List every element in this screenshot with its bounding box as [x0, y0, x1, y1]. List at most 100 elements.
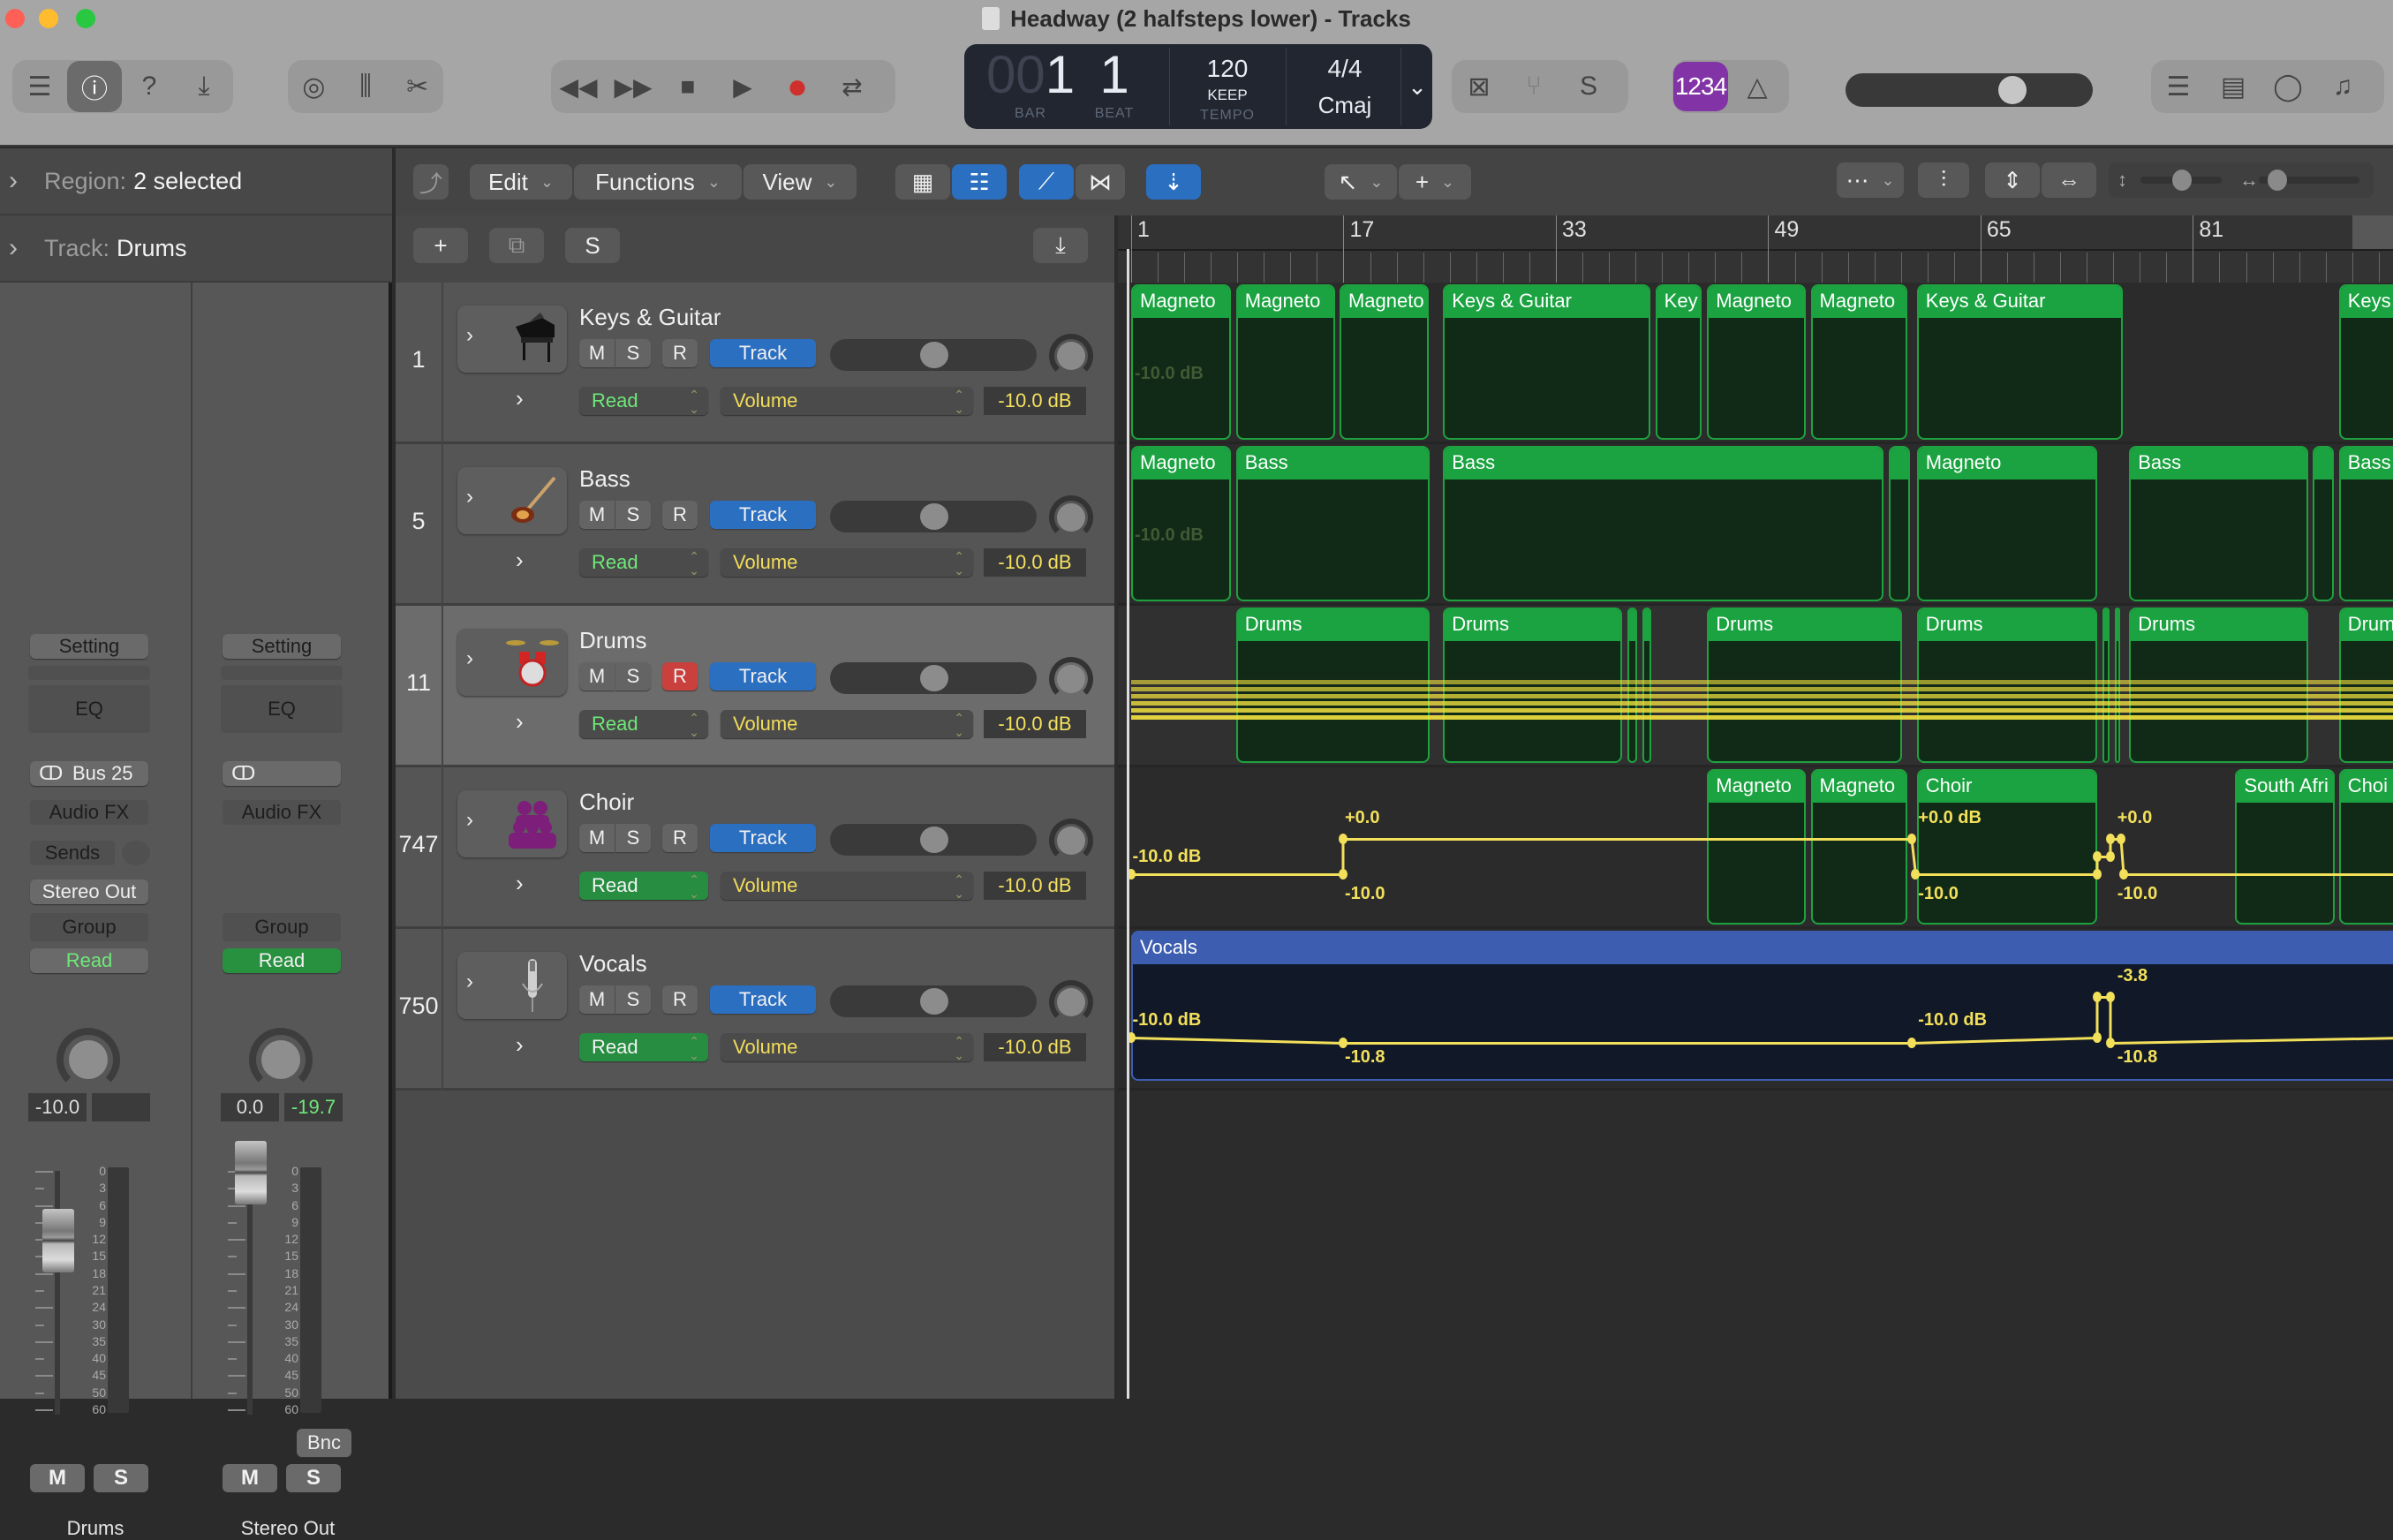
- track-icon-button[interactable]: ›: [457, 467, 567, 534]
- mute-button[interactable]: M: [579, 985, 615, 1014]
- bounce-button[interactable]: Bnc: [297, 1429, 351, 1457]
- track-automation-button[interactable]: Track: [710, 501, 816, 529]
- region[interactable]: [1642, 608, 1652, 763]
- record-icon[interactable]: ●: [770, 61, 825, 112]
- mute-button[interactable]: M: [579, 824, 615, 852]
- browsers-icon[interactable]: ♫: [2315, 61, 2370, 112]
- setting-button[interactable]: Setting: [223, 634, 341, 659]
- project-end-marker[interactable]: [2351, 215, 2393, 249]
- chevron-right-icon[interactable]: ›: [466, 808, 473, 833]
- region[interactable]: Drums: [2338, 608, 2393, 763]
- automation-node[interactable]: [1906, 1038, 1916, 1048]
- track-name[interactable]: Keys & Guitar: [579, 304, 721, 331]
- solo-button[interactable]: S: [615, 824, 651, 852]
- region[interactable]: South Afri: [2235, 769, 2336, 925]
- rewind-icon[interactable]: ◀◀: [551, 61, 606, 112]
- track-icon-button[interactable]: ›: [457, 952, 567, 1019]
- region[interactable]: Magneto: [1707, 769, 1806, 925]
- chevron-right-icon[interactable]: ›: [466, 485, 473, 510]
- pan-knob[interactable]: [1049, 819, 1093, 863]
- region[interactable]: Drums: [1443, 608, 1623, 763]
- solo-button[interactable]: S: [615, 662, 651, 691]
- mute-button[interactable]: M: [579, 339, 615, 367]
- send-knob[interactable]: [122, 841, 150, 865]
- region[interactable]: Keys: [2338, 284, 2393, 440]
- solo-icon[interactable]: S: [1561, 61, 1616, 112]
- loop-browser-icon[interactable]: ◯: [2261, 61, 2315, 112]
- automation-value[interactable]: -10.0 dB: [984, 1033, 1086, 1061]
- chevron-right-icon[interactable]: ›: [466, 323, 473, 348]
- pan-knob[interactable]: [249, 1028, 313, 1091]
- track-icon-button[interactable]: ›: [457, 306, 567, 373]
- region[interactable]: Bass: [2129, 446, 2309, 601]
- automation-parameter-select[interactable]: Volume ⌃ ⌄: [721, 387, 973, 416]
- catch-playhead-button[interactable]: ⤓: [1033, 228, 1088, 263]
- volume-slider-knob[interactable]: [920, 665, 948, 691]
- volume-slider[interactable]: [830, 339, 1037, 371]
- cycle-icon[interactable]: ⇄: [825, 61, 879, 112]
- track-automation-button[interactable]: Track: [710, 662, 816, 691]
- region[interactable]: Drums: [1707, 608, 1903, 763]
- track-automation-button[interactable]: Track: [710, 985, 816, 1014]
- snap-alignment-icon[interactable]: ⇣: [1146, 164, 1201, 200]
- sends-button[interactable]: Sends: [30, 841, 115, 865]
- solo-button[interactable]: S: [615, 339, 651, 367]
- group-button[interactable]: Group: [223, 913, 341, 941]
- automation-parameter-select[interactable]: Volume ⌃ ⌄: [721, 1033, 973, 1062]
- volume-value[interactable]: -10.0: [28, 1093, 87, 1121]
- region[interactable]: [1627, 608, 1637, 763]
- smart-controls-icon[interactable]: ◎: [288, 61, 340, 112]
- flex-icon[interactable]: ⋈: [1076, 164, 1125, 200]
- track-header[interactable]: 750 › Vocals M S R Track › Read ⌃ ⌄ Volume ⌃ ⌄ -10.0…: [396, 929, 1114, 1091]
- vertical-zoom-slider[interactable]: [2140, 170, 2222, 191]
- edit-menu[interactable]: Edit ⌄: [470, 164, 572, 200]
- master-volume-knob[interactable]: [1997, 76, 2027, 104]
- pan-knob[interactable]: [1049, 495, 1093, 540]
- chevron-right-icon[interactable]: ›: [466, 970, 473, 994]
- quick-help-icon[interactable]: ?: [122, 61, 177, 112]
- automation-mode-select[interactable]: Read ⌃ ⌄: [579, 387, 708, 416]
- region[interactable]: Magneto: [1131, 446, 1231, 601]
- track-icon-button[interactable]: ›: [457, 629, 567, 696]
- track-header[interactable]: 747 › Choir M S R Track › Read ⌃ ⌄ Volume ⌃ ⌄ -10.0 …: [396, 767, 1114, 929]
- region[interactable]: Key: [1655, 284, 1702, 440]
- volume-slider[interactable]: [830, 824, 1037, 856]
- global-solo-button[interactable]: S: [565, 228, 620, 263]
- region[interactable]: Keys & Guitar: [1443, 284, 1650, 440]
- library-icon[interactable]: ☰: [12, 61, 67, 112]
- audio-fx-button[interactable]: Audio FX: [30, 800, 148, 825]
- automation-value[interactable]: -10.0 dB: [984, 387, 1086, 415]
- volume-slider[interactable]: [830, 501, 1037, 532]
- region[interactable]: [1889, 446, 1911, 601]
- track-header[interactable]: 5 › Bass M S R Track › Read ⌃ ⌄ Volume ⌃ ⌄ -10.0 dB: [396, 444, 1114, 606]
- view-menu[interactable]: View ⌄: [744, 164, 857, 200]
- group-button[interactable]: Group: [30, 913, 148, 941]
- track-automation-button[interactable]: Track: [710, 824, 816, 852]
- output-button[interactable]: Stereo Out: [30, 879, 148, 904]
- record-enable-button[interactable]: R: [662, 824, 698, 852]
- pan-knob[interactable]: [57, 1028, 120, 1091]
- automation-value[interactable]: -10.0 dB: [984, 710, 1086, 738]
- fast-forward-icon[interactable]: ▶▶: [606, 61, 661, 112]
- automation-mode-select[interactable]: Read ⌃ ⌄: [579, 1033, 708, 1062]
- region[interactable]: Magneto: [1916, 446, 2098, 601]
- volume-slider[interactable]: [830, 662, 1037, 694]
- region[interactable]: [2312, 446, 2334, 601]
- solo-button[interactable]: S: [94, 1464, 148, 1492]
- arrangement-area[interactable]: 1 17 33 49 65 81 Magneto Magneto Magneto Keys & …: [1118, 215, 2393, 1399]
- toolbar-icon[interactable]: ⤓: [177, 61, 231, 112]
- zoom-fit-horizontal-icon[interactable]: ⇔: [2042, 162, 2096, 198]
- chevron-right-icon[interactable]: ›: [516, 870, 524, 897]
- automation-mode-select[interactable]: Read ⌃ ⌄: [579, 710, 708, 739]
- add-track-button[interactable]: +: [413, 228, 468, 263]
- track-name[interactable]: Vocals: [579, 950, 647, 978]
- horizontal-zoom-knob[interactable]: [2268, 170, 2287, 191]
- track-inspector-header[interactable]: › Track: Drums: [0, 215, 392, 283]
- mute-button[interactable]: M: [579, 501, 615, 529]
- duplicate-track-button[interactable]: ⧉: [489, 228, 544, 263]
- vertical-zoom-knob[interactable]: [2172, 170, 2192, 191]
- track-header[interactable]: 11 › Drums M S R Track › Read ⌃ ⌄ Volume ⌃ ⌄ -10.0 d…: [396, 606, 1114, 767]
- chevron-right-icon[interactable]: ›: [516, 385, 524, 412]
- track-name[interactable]: Choir: [579, 789, 634, 816]
- solo-button[interactable]: S: [286, 1464, 341, 1492]
